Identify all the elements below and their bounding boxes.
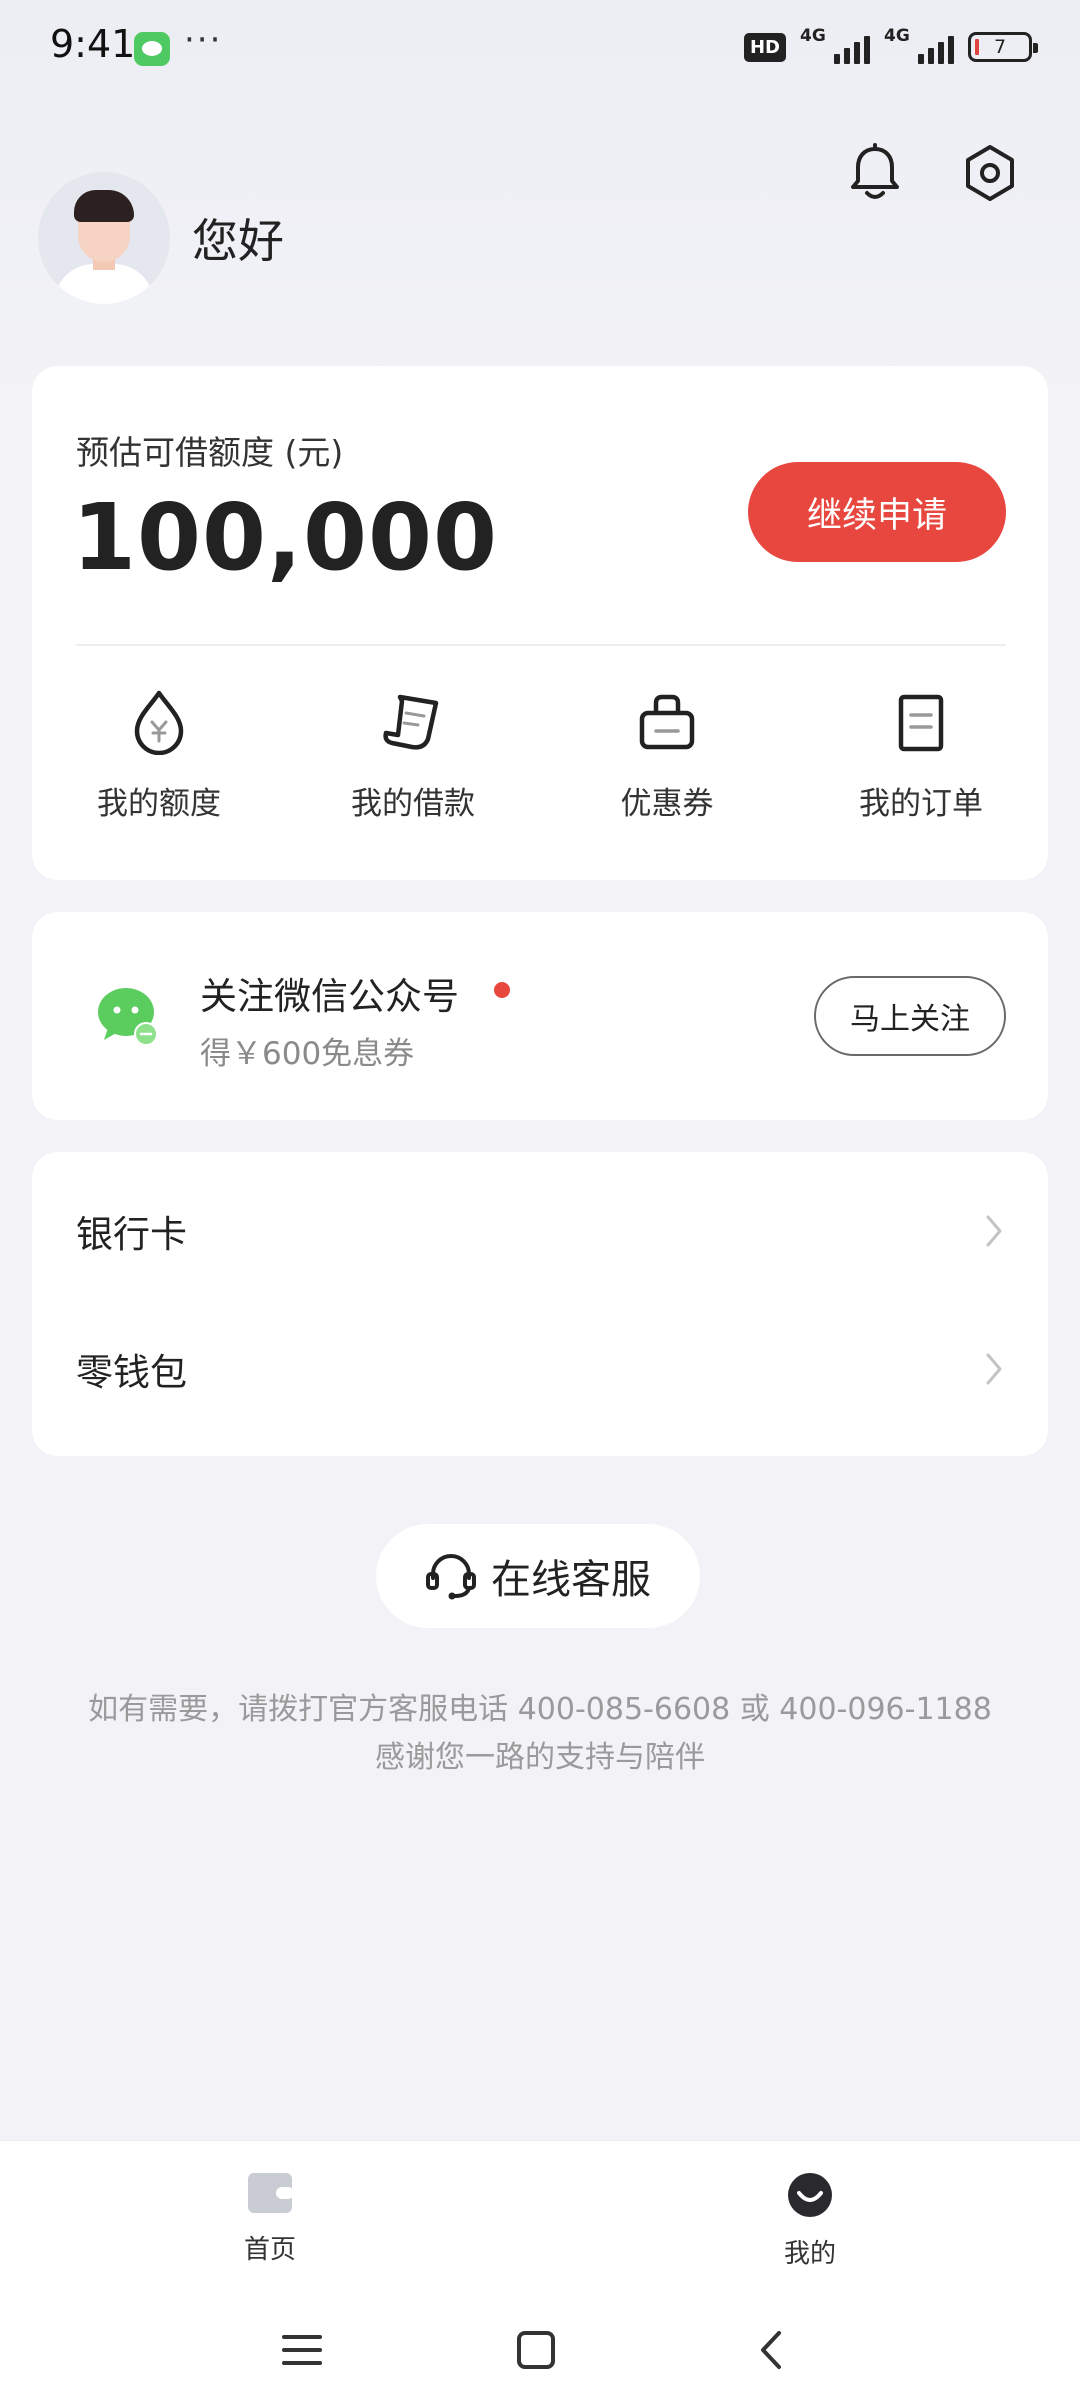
battery-icon: 7 — [968, 32, 1038, 62]
hd-badge: HD — [743, 32, 786, 62]
online-service-button[interactable]: 在线客服 — [376, 1524, 700, 1628]
chevron-right-icon — [986, 1353, 1002, 1385]
online-service-label: 在线客服 — [491, 1558, 651, 1602]
greeting-text: 您好 — [192, 214, 284, 268]
smile-icon — [788, 2173, 832, 2217]
network-1-label: 4G — [800, 26, 826, 46]
tab-mine[interactable]: 我的 — [710, 2171, 910, 2270]
quick-action-label: 我的订单 — [859, 786, 983, 822]
signal-1-icon: 4G — [800, 26, 870, 64]
bottom-tab-bar: 首页 我的 — [0, 2140, 1080, 2300]
quick-action-coupons[interactable]: 优惠券 — [540, 686, 794, 846]
wechat-follow-subtitle: 得￥600免息券 — [200, 1036, 415, 1072]
headset-icon — [426, 1554, 476, 1600]
battery-level: 7 — [993, 36, 1007, 58]
menu-item-wallet[interactable]: 零钱包 — [32, 1300, 1048, 1438]
new-badge-dot — [494, 982, 510, 998]
divider — [76, 644, 1006, 646]
credit-limit-label: 预估可借额度 (元) — [76, 433, 344, 472]
network-2-label: 4G — [884, 26, 910, 46]
follow-now-button[interactable]: 马上关注 — [814, 976, 1006, 1056]
system-nav-bar — [0, 2300, 1080, 2400]
quick-actions: 我的额度 我的借款 优惠券 我的订单 — [32, 686, 1048, 846]
settings-icon[interactable] — [955, 138, 1025, 208]
menu-icon[interactable] — [262, 2318, 342, 2382]
more-notifications-icon: ··· — [184, 20, 223, 60]
order-doc-icon — [885, 686, 957, 758]
status-indicators: HD 4G 4G 7 — [743, 26, 1038, 64]
quick-action-label: 我的额度 — [97, 786, 221, 822]
quick-action-my-limit[interactable]: 我的额度 — [32, 686, 286, 846]
menu-item-label: 零钱包 — [76, 1351, 187, 1394]
tab-label: 我的 — [783, 2239, 836, 2269]
wechat-icon — [94, 982, 162, 1050]
menu-item-bank-card[interactable]: 银行卡 — [32, 1162, 1048, 1300]
signal-2-icon: 4G — [884, 26, 954, 64]
wechat-follow-title: 关注微信公众号 — [200, 975, 459, 1018]
wechat-notification-icon — [134, 32, 170, 66]
coupon-bag-icon — [631, 686, 703, 758]
service-hint-thanks: 感谢您一路的支持与陪伴 — [375, 1740, 705, 1775]
quick-action-label: 优惠券 — [620, 786, 714, 822]
continue-apply-button[interactable]: 继续申请 — [748, 462, 1006, 562]
menu-card: 银行卡 零钱包 — [32, 1152, 1048, 1456]
service-hint-phone: 如有需要，请拨打官方客服电话 400-085-6608 或 400-096-11… — [88, 1692, 992, 1727]
quick-action-my-loan[interactable]: 我的借款 — [286, 686, 540, 846]
status-bar: 9:41 ··· HD 4G 4G 7 — [0, 0, 1080, 100]
loan-receipt-icon — [377, 686, 449, 758]
bell-icon[interactable] — [840, 138, 910, 208]
avatar[interactable] — [38, 172, 170, 304]
tab-label: 首页 — [243, 2235, 296, 2265]
home-square-icon[interactable] — [496, 2318, 576, 2382]
quick-action-my-orders[interactable]: 我的订单 — [794, 686, 1048, 846]
quick-action-label: 我的借款 — [351, 786, 475, 822]
credit-card: 预估可借额度 (元) 100,000 继续申请 我的额度 我的借款 优惠券 我的… — [32, 366, 1048, 880]
chevron-right-icon — [986, 1215, 1002, 1247]
credit-drop-icon — [123, 686, 195, 758]
status-time: 9:41 — [50, 22, 136, 66]
tab-home[interactable]: 首页 — [170, 2171, 370, 2266]
menu-item-label: 银行卡 — [76, 1213, 187, 1256]
wechat-follow-card: 关注微信公众号 得￥600免息券 马上关注 — [32, 912, 1048, 1120]
credit-limit-amount: 100,000 — [72, 484, 499, 591]
wallet-icon — [248, 2173, 294, 2213]
back-chevron-icon[interactable] — [730, 2318, 810, 2382]
